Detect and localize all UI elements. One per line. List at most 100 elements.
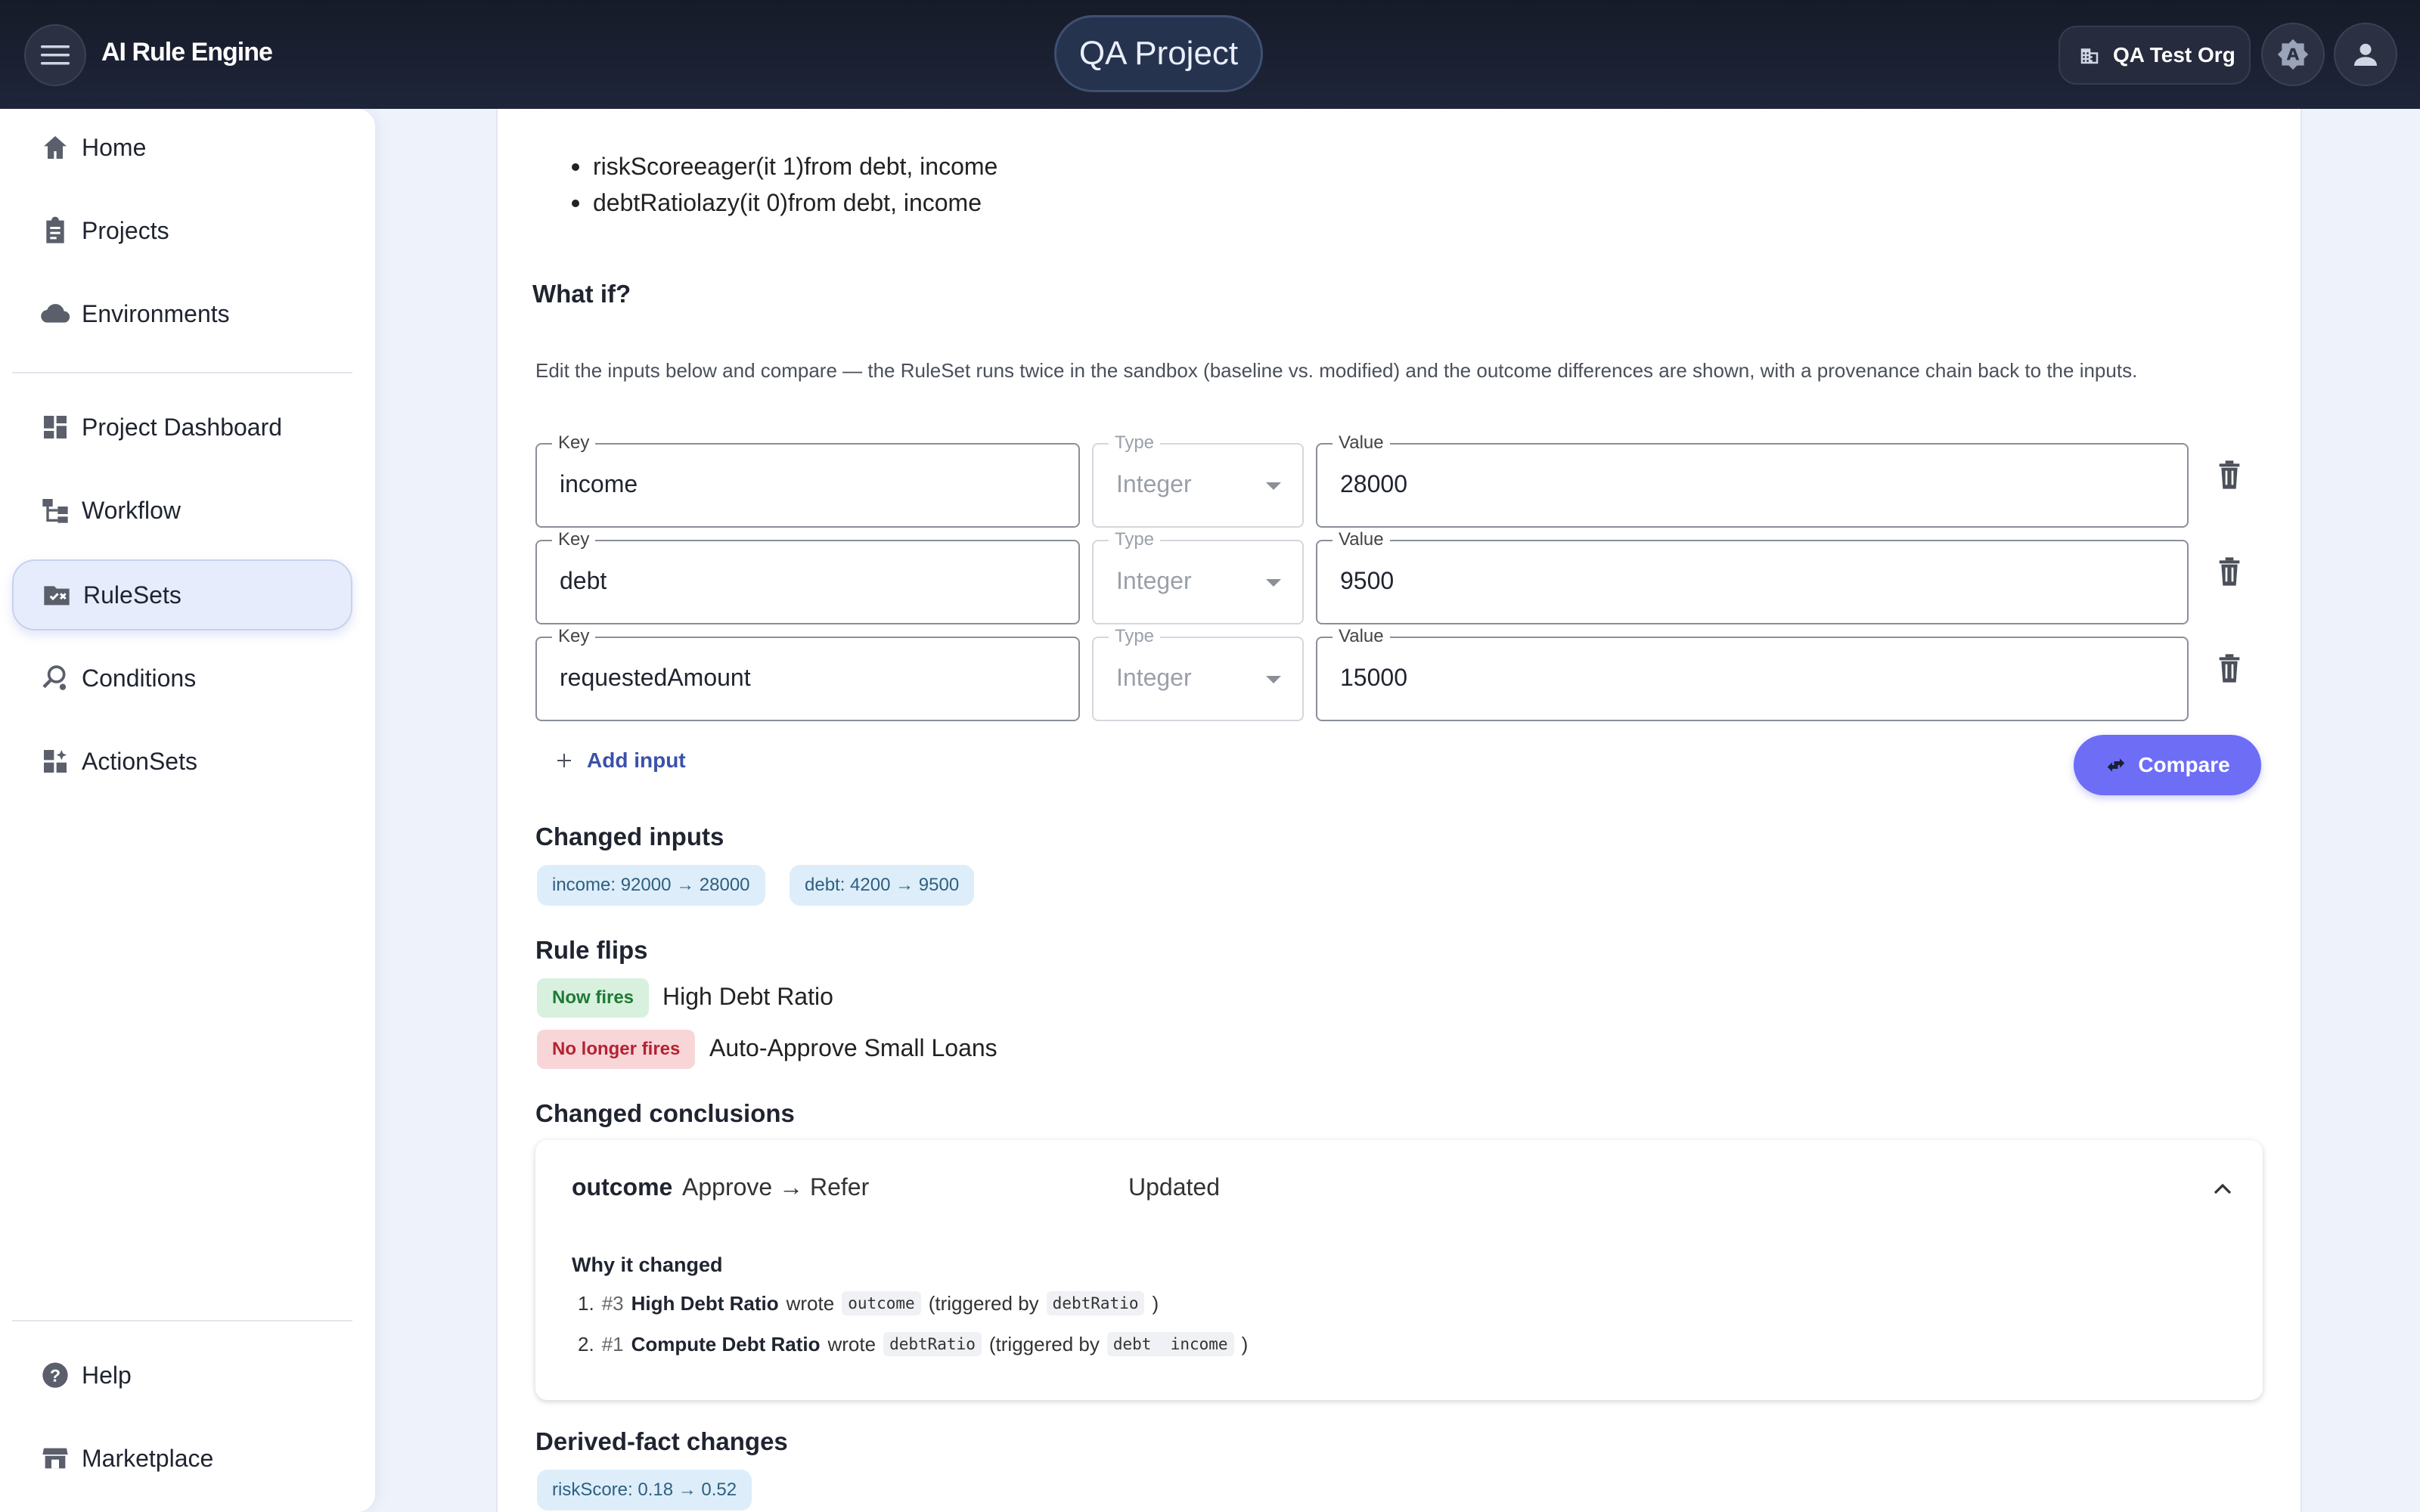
- flipped-rule-name: Auto-Approve Small Loans: [709, 1034, 997, 1061]
- sidebar-item-label: Conditions: [82, 664, 197, 692]
- sidebar-item-label: Project Dashboard: [82, 413, 283, 441]
- sidebar-item-home[interactable]: Home: [12, 112, 352, 183]
- sidebar-item-label: Home: [82, 133, 147, 161]
- derived-fact-changes-heading: Derived-fact changes: [535, 1427, 788, 1455]
- dropdown-arrow-icon: [1266, 579, 1281, 587]
- now-fires-badge: Now fires: [537, 978, 650, 1018]
- store-icon: [39, 1442, 71, 1474]
- trigger-field: debtRatio: [1046, 1291, 1145, 1315]
- delete-input-button[interactable]: [2214, 555, 2245, 588]
- sidebar-item-help[interactable]: ? Help: [12, 1340, 352, 1411]
- flipped-rule-name: High Debt Ratio: [662, 983, 833, 1010]
- sidebar-item-projects[interactable]: Projects: [12, 195, 352, 266]
- field-label: Type: [1109, 432, 1161, 454]
- input-type-select[interactable]: Type Integer: [1092, 432, 1304, 528]
- sidebar-item-label: ActionSets: [82, 747, 197, 775]
- delete-input-button[interactable]: [2214, 458, 2245, 491]
- step-number: 2.: [578, 1332, 594, 1356]
- compare-label: Compare: [2138, 753, 2230, 776]
- dropdown-arrow-icon: [1266, 482, 1281, 490]
- changed-conclusions-heading: Changed conclusions: [535, 1099, 795, 1127]
- input-key-field[interactable]: Key requestedAmount: [535, 626, 1080, 721]
- account-button[interactable]: [2334, 23, 2397, 86]
- delete-input-button[interactable]: [2214, 652, 2245, 685]
- input-type-select[interactable]: Type Integer: [1092, 529, 1304, 624]
- trash-icon: [2219, 654, 2240, 683]
- top-app-bar: AI Rule Engine QA Project QA Test Org: [0, 0, 2420, 109]
- facts-list: riskScoreeager(it 1)from debt, income de…: [571, 148, 997, 221]
- help-icon: ?: [39, 1359, 71, 1391]
- org-name: QA Test Org: [2113, 43, 2235, 67]
- input-key-field[interactable]: Key income: [535, 432, 1080, 528]
- sidebar-item-label: Marketplace: [82, 1444, 214, 1472]
- trigger-field: income: [1170, 1335, 1228, 1353]
- theme-toggle-button[interactable]: [2261, 23, 2325, 86]
- field-label: Key: [552, 529, 596, 550]
- field-value: requestedAmount: [560, 664, 751, 691]
- sidebar-item-workflow[interactable]: Workflow: [12, 475, 352, 546]
- changed-input-chip: debt: 4200 → 9500: [790, 865, 975, 906]
- field-label: Value: [1333, 529, 1390, 550]
- conclusion-change: Approve → Refer: [682, 1173, 870, 1201]
- rule-name: Compute Debt Ratio: [631, 1332, 821, 1356]
- step-number: 1.: [578, 1291, 594, 1315]
- field-value: 28000: [1340, 470, 1407, 497]
- conclusion-status: Updated: [1128, 1173, 1220, 1201]
- field-value: Integer: [1116, 567, 1192, 594]
- field-label: Key: [552, 432, 596, 454]
- provenance-step: 2. #1 Compute Debt Ratio wrote debtRatio…: [578, 1332, 1248, 1356]
- field-value: income: [560, 470, 638, 497]
- provenance-verb: wrote: [827, 1332, 876, 1356]
- rule-id: #1: [601, 1332, 624, 1356]
- project-selector[interactable]: QA Project: [1054, 15, 1263, 92]
- cloud-icon: [39, 298, 71, 330]
- fact-item: riskScoreeager(it 1)from debt, income: [571, 148, 997, 184]
- add-input-label: Add input: [587, 748, 686, 772]
- changed-input-chip: income: 92000 → 28000: [537, 865, 765, 906]
- clipboard-icon: [39, 215, 71, 246]
- sidebar-item-conditions[interactable]: Conditions: [12, 643, 352, 714]
- add-input-button[interactable]: Add input: [555, 748, 686, 773]
- sidebar-item-actionsets[interactable]: ActionSets: [12, 726, 352, 797]
- brightness-auto-icon: [2277, 39, 2309, 70]
- field-label: Value: [1333, 626, 1390, 647]
- hamburger-icon: [41, 45, 70, 65]
- fact-item: debtRatiolazy(it 0)from debt, income: [571, 184, 997, 221]
- workflow-icon: [39, 494, 71, 526]
- dropdown-arrow-icon: [1266, 676, 1281, 683]
- sidebar-item-environments[interactable]: Environments: [12, 278, 352, 349]
- input-value-field[interactable]: Value 28000: [1316, 432, 2189, 528]
- home-icon: [39, 132, 71, 163]
- whatif-heading: What if?: [532, 280, 631, 308]
- org-selector[interactable]: QA Test Org: [2059, 26, 2251, 85]
- trash-icon: [2219, 557, 2240, 586]
- app-brand: AI Rule Engine: [101, 38, 273, 67]
- whatif-description: Edit the inputs below and compare — the …: [535, 359, 2138, 382]
- paren-close: ): [1152, 1291, 1159, 1315]
- field-label: Type: [1109, 529, 1161, 550]
- compare-button[interactable]: Compare: [2074, 735, 2261, 795]
- field-value: Integer: [1116, 664, 1192, 691]
- sidebar-divider: [12, 372, 352, 373]
- sidebar-item-project-dashboard[interactable]: Project Dashboard: [12, 392, 352, 463]
- input-value-field[interactable]: Value 15000: [1316, 626, 2189, 721]
- input-type-select[interactable]: Type Integer: [1092, 626, 1304, 721]
- field-value: 15000: [1340, 664, 1407, 691]
- conclusion-key: outcome: [572, 1173, 673, 1201]
- why-it-changed-heading: Why it changed: [572, 1253, 723, 1276]
- actionsets-icon: [39, 745, 71, 777]
- field-label: Key: [552, 626, 596, 647]
- sidebar-divider: [12, 1320, 352, 1321]
- input-key-field[interactable]: Key debt: [535, 529, 1080, 624]
- sidebar-item-label: Help: [82, 1361, 132, 1389]
- triggered-by-label: (triggered by: [928, 1291, 1039, 1315]
- dashboard-icon: [39, 411, 71, 443]
- menu-button[interactable]: [24, 24, 86, 86]
- sidebar-item-rulesets[interactable]: RuleSets: [12, 559, 352, 631]
- sidebar-item-marketplace[interactable]: Marketplace: [12, 1423, 352, 1494]
- conclusion-accordion[interactable]: outcome Approve → Refer Updated Why it c…: [535, 1140, 2263, 1400]
- plus-icon: [557, 754, 571, 767]
- input-value-field[interactable]: Value 9500: [1316, 529, 2189, 624]
- rule-id: #3: [601, 1291, 624, 1315]
- chevron-up-icon[interactable]: [2211, 1178, 2234, 1201]
